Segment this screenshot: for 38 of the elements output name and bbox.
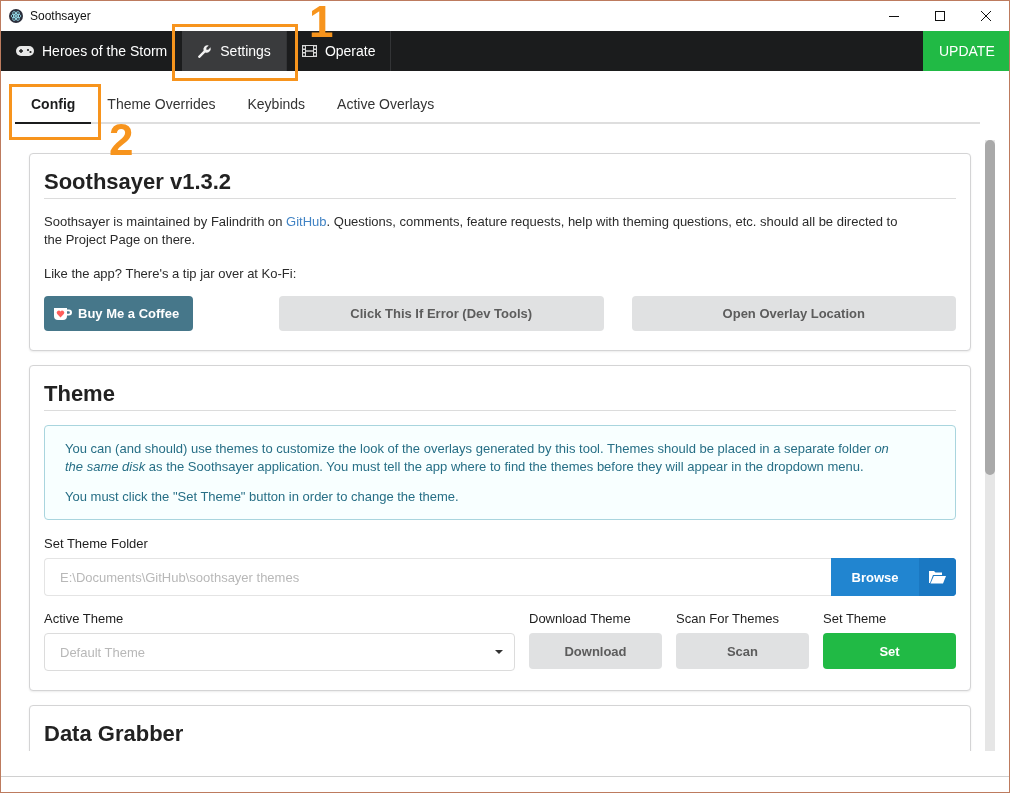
card-title: Data Grabber [44,720,185,748]
atom-logo-icon [9,9,23,23]
callout-number: 2 [109,123,134,157]
caret-icon [495,650,503,654]
window-title: Soothsayer [30,9,91,23]
sub-tab[interactable]: Theme Overrides [91,85,232,124]
coffee-button[interactable]: Buy Me a Coffee [44,296,194,331]
download-button[interactable]: Download [529,633,662,669]
overlay-location-button[interactable]: Open Overlay Location [631,296,956,331]
about-paragraph: Soothsayer is maintained by Falindrith on GitHub. Questions, comments, feature requests, help with theming questions, etc. should all be directed to the Project Page on there. [44,213,899,249]
field-label: Set Theme [823,610,888,628]
folder-path-field[interactable]: E:\Documents\GitHub\soothsayer themes [44,558,831,596]
github-link[interactable]: GitHub [286,214,327,229]
dev-tools-button[interactable]: Click This If Error (Dev Tools) [279,296,604,331]
close-icon [981,11,991,21]
sub-tab[interactable]: Keybinds [231,85,322,124]
nav-tab[interactable]: Settings [182,31,287,71]
film-icon [301,45,317,57]
info-text: You must click the "Set Theme" button in order to change the theme. [65,488,460,506]
maximize-icon [935,11,945,21]
gamepad-icon [16,46,34,56]
coffee-cup-icon [54,306,72,321]
field-label: Download Theme [529,610,632,628]
field-label: Active Theme [44,610,125,628]
folder-open-icon [919,558,956,596]
browse-button[interactable]: Browse [831,558,956,596]
field-label: Set Theme Folder [44,535,149,553]
info-text: You can (and should) use themes to customize the look of the overlays generated by this tool. Themes should be placed in a separate folder on the same disk as the Soothsayer application. You must tell the app where to find the themes before they will appear in the dropdown menu. [65,440,890,476]
scan-button[interactable]: Scan [676,633,809,669]
card-title: Theme [44,379,956,411]
scrollbar-thumb[interactable] [985,140,995,475]
sub-tab[interactable]: Active Overlays [321,85,451,124]
nav-tab[interactable]: Heroes of the Storm [1,31,183,71]
tip-text: Like the app? There's a tip jar over at Ko-Fi: [44,265,298,283]
card-title: Soothsayer v1.3.2 [44,167,956,199]
field-label: Scan For Themes [676,610,781,628]
wrench-icon [197,43,213,59]
sub-tab[interactable]: Config [15,85,92,124]
